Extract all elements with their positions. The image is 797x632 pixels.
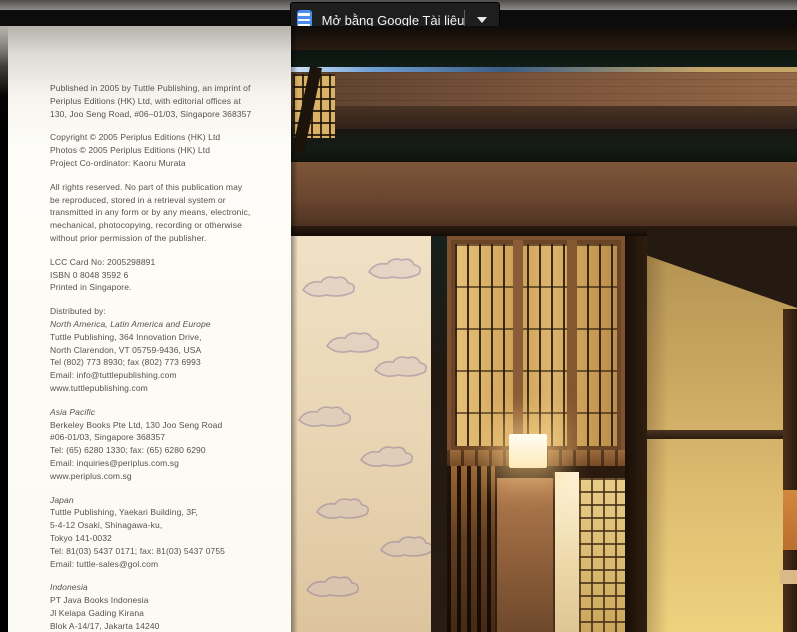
photo-right-wall-rail	[647, 430, 797, 439]
photo-fusuma-cloud-panel	[291, 236, 431, 632]
block-text: Copyright © 2005 Periplus Editions (HK) …	[50, 131, 288, 169]
photo-lit-wall-strip	[553, 472, 579, 632]
block-text: Published in 2005 by Tuttle Publishing, …	[50, 82, 288, 120]
photo-dark-pillar-left	[431, 236, 447, 632]
photo-ceiling-shadow-band	[291, 106, 797, 129]
page-left-black-edge	[0, 26, 8, 632]
chevron-down-icon[interactable]	[477, 17, 487, 23]
imprint-block-published: Published in 2005 by Tuttle Publishing, …	[50, 82, 288, 120]
block-text: LCC Card No: 2005298891 ISBN 0 8048 3592…	[50, 256, 288, 294]
book-copyright-page: Published in 2005 by Tuttle Publishing, …	[0, 26, 291, 632]
photo-lit-shoji-transom	[451, 240, 621, 450]
block-text: PT Java Books Indonesia Jl Kelapa Gading…	[50, 594, 288, 632]
photo-transom-mullion-2	[567, 240, 577, 450]
imprint-block-lcc-isbn: LCC Card No: 2005298891 ISBN 0 8048 3592…	[50, 256, 288, 294]
photo-main-lintel-beam	[291, 162, 797, 226]
japanese-interior-photo	[291, 26, 797, 632]
photo-gutter-shadow	[291, 26, 298, 632]
photo-right-edge-ledge	[780, 570, 797, 584]
block-region: Asia Pacific	[50, 406, 288, 419]
photo-ceiling-boards	[291, 72, 797, 106]
drive-preview-window: Mở bằng Google Tài liệu Published in 200…	[0, 0, 797, 632]
block-text: Berkeley Books Pte Ltd, 130 Joo Seng Roa…	[50, 419, 288, 483]
photo-ceiling-green-band	[291, 50, 797, 67]
block-text: Tuttle Publishing, Yaekari Building, 3F,…	[50, 506, 288, 570]
block-region: Japan	[50, 494, 288, 507]
block-text: Tuttle Publishing, 364 Innovation Drive,…	[50, 331, 288, 395]
distributor-block-north-america: Distributed by: North America, Latin Ame…	[50, 305, 288, 395]
cloud-pattern	[291, 236, 431, 632]
distributor-block-japan: Japan Tuttle Publishing, Yaekari Buildin…	[50, 494, 288, 571]
photo-wood-lattice	[447, 466, 495, 632]
photo-ceiling-dark-band	[291, 26, 797, 50]
imprint-block-copyright: Copyright © 2005 Periplus Editions (HK) …	[50, 131, 288, 169]
photo-dark-rafter-band	[291, 129, 797, 162]
photo-right-edge-window	[783, 490, 797, 550]
distributor-block-indonesia: Indonesia PT Java Books Indonesia Jl Kel…	[50, 581, 288, 632]
photo-transom-mullion-1	[513, 240, 523, 450]
distributor-block-asia-pacific: Asia Pacific Berkeley Books Pte Ltd, 130…	[50, 406, 288, 483]
photo-dark-pillar-center	[625, 236, 647, 632]
block-text: All rights reserved. No part of this pub…	[50, 181, 288, 245]
photo-wall-lamp	[509, 434, 547, 468]
block-region: Indonesia	[50, 581, 288, 594]
photo-wood-door-panel	[495, 478, 553, 632]
photo-shoji-sliding-door	[579, 478, 625, 632]
block-label: Distributed by:	[50, 305, 288, 318]
block-region: North America, Latin America and Europe	[50, 318, 288, 331]
imprint-text-column: Published in 2005 by Tuttle Publishing, …	[50, 82, 288, 632]
imprint-block-rights: All rights reserved. No part of this pub…	[50, 181, 288, 245]
